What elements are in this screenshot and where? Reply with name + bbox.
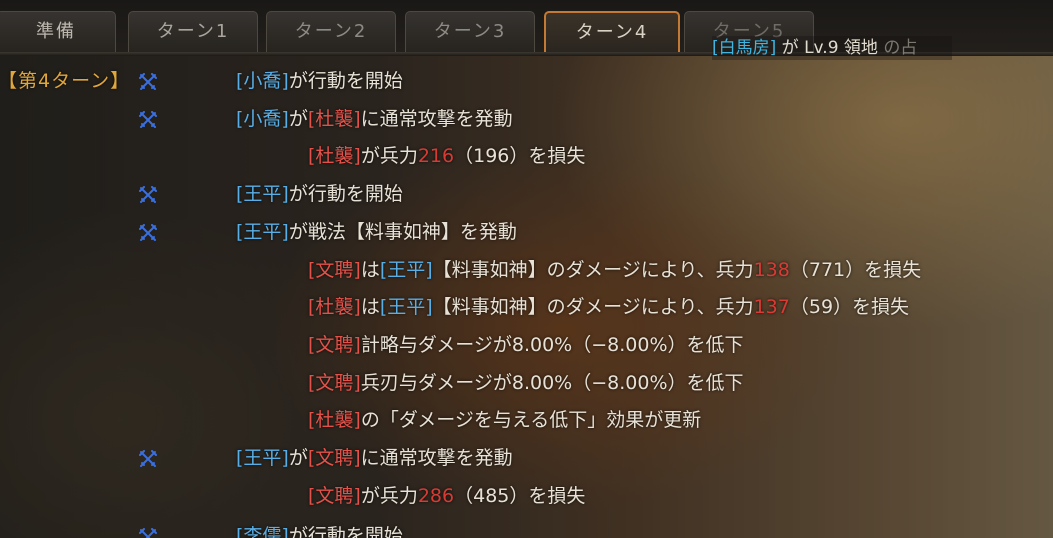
log-entry: [杜襲]は[王平]【料事如神】のダメージにより、兵力137（59）を損失 <box>0 288 1053 326</box>
ally-name: [小喬] <box>236 70 289 92</box>
notification-banner: [白馬房] が Lv.9 領地 の占 <box>712 36 952 60</box>
enemy-name: [杜襲] <box>307 107 361 130</box>
ally-name: [李儒] <box>236 525 289 538</box>
log-text: [李儒]が行動を開始 <box>236 517 403 538</box>
log-text: [杜襲]が兵力216（196）を損失 <box>308 137 585 175</box>
log-fragment: が <box>288 107 308 130</box>
log-fragment: （196）を損失 <box>454 145 586 168</box>
crossed-swords-icon <box>139 73 157 90</box>
log-entry: [文聘]は[王平]【料事如神】のダメージにより、兵力138（771）を損失 <box>0 251 1053 289</box>
ally-name: [王平] <box>236 220 289 243</box>
ally-name: [小喬] <box>236 107 289 130</box>
log-entry: 【第4ターン】 [小喬]が行動を開始 <box>0 62 1053 100</box>
log-text: [王平]が[文聘]に通常攻撃を発動 <box>236 439 513 477</box>
log-text: [杜襲]の「ダメージを与える低下」効果が更新 <box>308 401 701 439</box>
log-fragment: の「ダメージを与える低下」効果が更新 <box>360 409 702 432</box>
log-fragment: 【料事如神】のダメージにより、兵力 <box>432 258 754 281</box>
notice-text-cut: の占 <box>883 38 918 58</box>
log-fragment: が <box>288 447 308 469</box>
enemy-name: [文聘] <box>308 371 361 394</box>
log-entry: [文聘]兵刃与ダメージが8.00%（−8.00%）を低下 <box>0 364 1053 402</box>
log-fragment: に通常攻撃を発動 <box>360 107 513 130</box>
log-text: [文聘]計略与ダメージが8.00%（−8.00%）を低下 <box>308 326 744 364</box>
log-entry: [杜襲]の「ダメージを与える低下」効果が更新 <box>0 401 1053 439</box>
log-fragment: は <box>360 258 380 281</box>
troop-loss-value: 138 <box>753 258 790 281</box>
log-text: [杜襲]は[王平]【料事如神】のダメージにより、兵力137（59）を損失 <box>308 288 909 326</box>
log-fragment: に通常攻撃を発動 <box>360 447 513 469</box>
log-fragment: 【料事如神】のダメージにより、兵力 <box>432 296 754 319</box>
crossed-swords-icon <box>139 528 157 538</box>
log-entry: [王平]が[文聘]に通常攻撃を発動 <box>0 439 1053 477</box>
log-text: [文聘]兵刃与ダメージが8.00%（−8.00%）を低下 <box>308 364 744 402</box>
troop-loss-value: 137 <box>753 296 790 319</box>
crossed-swords-icon <box>139 186 157 204</box>
tab-turn-4[interactable]: ターン4 <box>544 11 680 53</box>
log-text: [小喬]が[杜襲]に通常攻撃を発動 <box>236 100 513 138</box>
tab-turn-3[interactable]: ターン3 <box>405 11 535 52</box>
log-entry: [小喬]が[杜襲]に通常攻撃を発動 <box>0 100 1053 138</box>
ally-name: [王平] <box>379 296 433 319</box>
log-text: [王平]が行動を開始 <box>236 175 403 213</box>
notice-player-name: [白馬房] <box>712 38 777 58</box>
log-text: [小喬]が行動を開始 <box>236 62 403 100</box>
tab-turn-2[interactable]: ターン2 <box>266 11 396 52</box>
troop-loss-value: 286 <box>417 484 455 507</box>
log-fragment: 計略与ダメージが8.00%（−8.00%）を低下 <box>360 333 744 356</box>
ally-name: [王平] <box>236 183 289 206</box>
log-fragment: が兵力 <box>360 145 418 168</box>
log-entry: [李儒]が行動を開始 <box>0 517 1053 538</box>
enemy-name: [文聘] <box>308 258 361 281</box>
tab-prep[interactable]: 準備 <box>0 11 116 52</box>
log-fragment: が行動を開始 <box>288 70 403 92</box>
enemy-name: [杜襲] <box>308 296 361 319</box>
log-fragment: （59）を損失 <box>789 296 910 319</box>
log-text: [文聘]は[王平]【料事如神】のダメージにより、兵力138（771）を損失 <box>308 251 921 289</box>
log-text: [文聘]が兵力286（485）を損失 <box>308 477 585 515</box>
ally-name: [王平] <box>236 447 289 469</box>
log-entry: [文聘]が兵力286（485）を損失 <box>0 477 1053 515</box>
log-fragment: が行動を開始 <box>288 183 403 206</box>
ally-name: [王平] <box>379 258 433 281</box>
log-fragment: が兵力 <box>360 484 418 507</box>
log-fragment: が戦法【料事如神】を発動 <box>288 220 517 243</box>
crossed-swords-icon <box>139 223 157 241</box>
log-fragment: （485）を損失 <box>454 484 586 507</box>
troop-loss-value: 216 <box>417 145 455 168</box>
log-entry: [文聘]計略与ダメージが8.00%（−8.00%）を低下 <box>0 326 1053 364</box>
log-fragment: は <box>360 296 380 319</box>
crossed-swords-icon <box>139 110 157 128</box>
enemy-name: [文聘] <box>307 447 361 469</box>
log-fragment: （771）を損失 <box>789 258 922 281</box>
enemy-name: [文聘] <box>308 484 361 507</box>
tab-turn-1[interactable]: ターン1 <box>128 11 258 52</box>
log-fragment: が行動を開始 <box>288 525 403 538</box>
log-entry: [王平]が戦法【料事如神】を発動 <box>0 213 1053 251</box>
log-text: [王平]が戦法【料事如神】を発動 <box>236 213 517 251</box>
enemy-name: [文聘] <box>308 333 361 356</box>
turn-label: 【第4ターン】 <box>0 70 131 92</box>
log-entry: [王平]が行動を開始 <box>0 175 1053 213</box>
enemy-name: [杜襲] <box>308 145 361 168</box>
notice-text: が Lv.9 領地 <box>776 38 884 58</box>
log-fragment: 兵刃与ダメージが8.00%（−8.00%）を低下 <box>360 371 744 394</box>
log-entry: [杜襲]が兵力216（196）を損失 <box>0 137 1053 175</box>
crossed-swords-icon <box>139 450 157 467</box>
enemy-name: [杜襲] <box>308 409 361 432</box>
